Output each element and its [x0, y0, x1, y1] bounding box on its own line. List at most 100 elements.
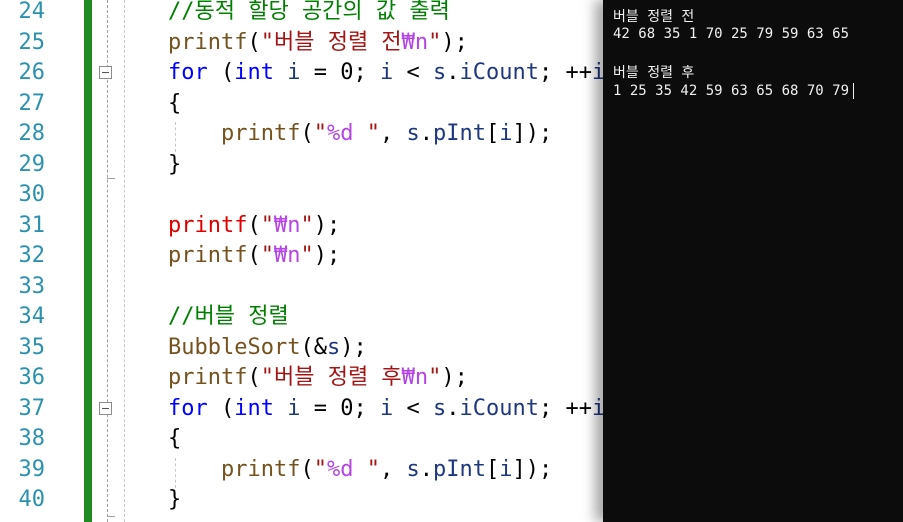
line-number: 38 [18, 426, 46, 451]
code-line[interactable]: BubbleSort(&s); [168, 333, 367, 364]
code-token: ( [207, 395, 235, 421]
line-number: 39 [18, 456, 46, 482]
code-token: iCount [459, 60, 539, 85]
code-token: printf [220, 121, 301, 146]
code-line[interactable]: printf("₩n"); [168, 241, 340, 272]
code-token: < [393, 60, 433, 85]
code-token: i [287, 60, 301, 85]
line-number: 27 [18, 90, 46, 116]
code-token: "버블 정렬 후 [260, 365, 402, 390]
collapse-icon[interactable] [99, 402, 112, 415]
collapse-icon[interactable] [99, 66, 112, 79]
line-number: 33 [18, 273, 46, 299]
line-number: 28 [18, 121, 46, 146]
code-token: pInt [432, 121, 486, 146]
code-token: ( [247, 365, 261, 390]
code-token: ₩n [401, 365, 429, 390]
code-token: %d [326, 121, 354, 146]
line-number: 26 [18, 60, 46, 85]
code-editor[interactable]: 24 25 26 27 28 29 30 31 32 33 34 35 36 37 38 39 40 //동적 … [0, 0, 603, 522]
line-number: 34 [18, 304, 46, 329]
console-line: 42 68 35 1 70 25 79 59 63 65 [613, 26, 849, 42]
line-number: 24 [18, 0, 46, 24]
code-line[interactable]: //버블 정렬 [168, 302, 289, 333]
code-token: . [419, 456, 433, 482]
code-token: printf [168, 365, 248, 390]
code-line[interactable]: //동적 할당 공간의 값 출력 [168, 0, 450, 28]
code-token: < [393, 395, 433, 421]
code-token: ]); [512, 456, 553, 482]
code-token: { [168, 90, 182, 116]
code-token: " [260, 212, 274, 238]
code-token: ( [300, 456, 314, 482]
code-token: [ [485, 456, 500, 482]
code-line[interactable]: printf("₩n"); [168, 211, 340, 242]
code-token: . [419, 121, 433, 146]
code-token: ); [313, 243, 341, 268]
code-line[interactable]: } [168, 150, 181, 181]
line-number: 31 [18, 212, 46, 238]
code-token: ( [247, 243, 261, 268]
code-line[interactable]: for (int i = 0; i < s.iCount; ++i) [168, 394, 603, 425]
code-token: = 0; [300, 60, 380, 85]
code-line[interactable]: printf("버블 정렬 전₩n"); [168, 28, 468, 59]
code-token: { [168, 426, 182, 451]
code-token: , [379, 456, 407, 482]
code-token: ₩n [273, 212, 301, 238]
code-token: for [168, 60, 208, 85]
code-token: } [168, 151, 182, 177]
code-token: " [353, 456, 380, 482]
code-line[interactable]: printf("%d ", s.pInt[i]); [168, 455, 552, 486]
code-line[interactable]: } [168, 485, 181, 516]
code-token: " [428, 29, 442, 55]
code-token: pInt [432, 456, 486, 482]
code-token: " [428, 365, 442, 390]
code-token: s [406, 121, 420, 146]
console-text: 버블 정렬 후 [613, 65, 695, 81]
code-token: " [353, 121, 380, 146]
code-token: ( [207, 60, 235, 85]
code-token: ]); [512, 121, 553, 146]
code-line[interactable]: for (int i = 0; i < s.iCount; ++i) [168, 58, 603, 89]
change-tracking-bar [84, 0, 92, 522]
code-token: ₩n [401, 29, 429, 55]
code-token: ); [340, 334, 367, 360]
console-text: 1 25 35 42 59 63 65 68 70 79 [613, 83, 850, 99]
code-token: ; ++ [538, 60, 592, 85]
code-line[interactable]: printf("%d ", s.pInt[i]); [168, 119, 552, 150]
code-token: i [499, 456, 513, 482]
line-number: 40 [18, 487, 46, 512]
code-token: //버블 정렬 [168, 304, 289, 329]
indent-guide [124, 0, 125, 522]
code-token: ₩n [273, 243, 301, 268]
code-token: i [379, 395, 394, 421]
line-number: 30 [18, 182, 46, 207]
code-line[interactable]: { [168, 89, 181, 120]
console-text: 42 68 35 1 70 25 79 59 63 65 [613, 26, 850, 42]
code-token: s [432, 60, 447, 85]
code-token: printf [220, 456, 301, 482]
code-token: ); [313, 212, 341, 238]
code-token: %d [326, 456, 354, 482]
code-token: int [234, 60, 274, 85]
code-token: "버블 정렬 전 [260, 29, 402, 55]
code-token: printf [168, 243, 248, 268]
fold-end-marker [107, 516, 115, 517]
code-token: iCount [459, 395, 539, 421]
code-token: " [300, 212, 314, 238]
code-token: ( [247, 29, 261, 55]
console-window[interactable]: 버블 정렬 전 42 68 35 1 70 25 79 59 63 65 버블 정렬… [603, 0, 903, 522]
code-token: " [260, 243, 274, 268]
code-token: " [300, 243, 314, 268]
code-token: i [499, 121, 513, 146]
code-line[interactable]: { [168, 424, 181, 455]
line-number: 32 [18, 243, 46, 268]
code-token: [ [485, 121, 500, 146]
text-cursor [853, 83, 855, 99]
console-line: 버블 정렬 전 [613, 6, 694, 26]
code-line[interactable]: printf("버블 정렬 후₩n"); [168, 363, 468, 394]
code-token: " [313, 121, 327, 146]
code-token: ); [441, 365, 468, 390]
